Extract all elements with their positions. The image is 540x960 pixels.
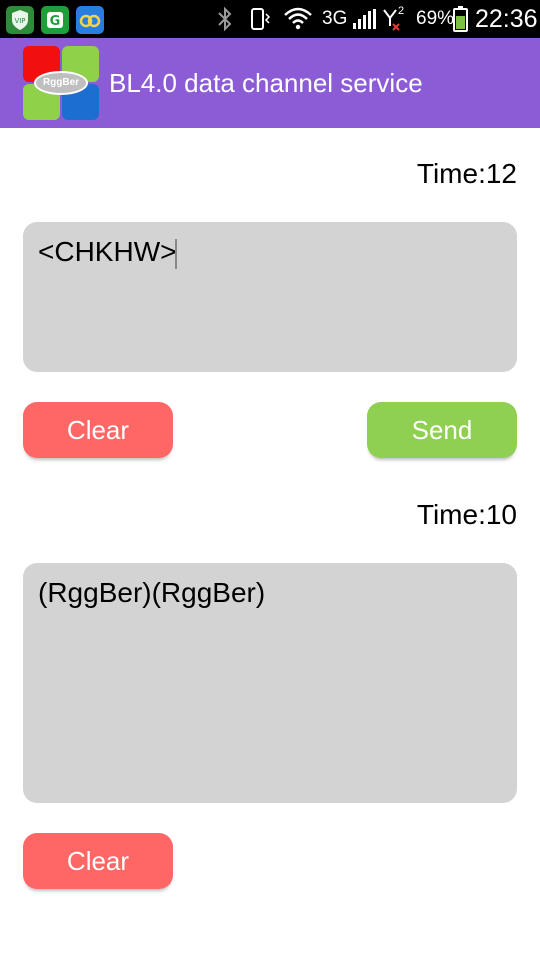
action-bar: RggBer BL4.0 data channel service xyxy=(0,38,540,128)
receive-output-text: (RggBer)(RggBer) xyxy=(38,577,266,608)
signal-strength-icon xyxy=(350,0,378,38)
clock-label: 22:36 xyxy=(475,5,538,33)
infinity-app-icon xyxy=(76,6,104,34)
sim-number-label: 2 xyxy=(398,5,405,17)
receive-output[interactable]: (RggBer)(RggBer) xyxy=(23,563,517,803)
app-title: BL4.0 data channel service xyxy=(109,68,423,98)
app-logo: RggBer xyxy=(23,46,99,120)
battery-percent-label: 69% xyxy=(416,8,455,29)
send-button[interactable]: Send xyxy=(367,402,517,458)
send-clear-button[interactable]: Clear xyxy=(23,402,173,458)
vibrate-icon xyxy=(246,0,272,38)
svg-text:VIP: VIP xyxy=(14,17,25,25)
c-app-icon: G xyxy=(41,6,69,34)
receive-time-label: Time:10 xyxy=(416,499,517,530)
bluetooth-icon xyxy=(214,0,236,38)
svg-text:G: G xyxy=(50,14,61,29)
battery-icon xyxy=(452,0,470,38)
vip-shield-icon: VIP xyxy=(6,6,34,34)
logo-text: RggBer xyxy=(34,71,88,95)
send-input[interactable]: <CHKHW> xyxy=(23,222,517,372)
receive-clear-button[interactable]: Clear xyxy=(23,833,173,889)
text-cursor xyxy=(175,238,178,269)
wifi-icon xyxy=(282,0,314,38)
network-type-label: 3G xyxy=(322,8,348,29)
send-time-label: Time:12 xyxy=(416,158,517,189)
status-bar: VIP G 3G 2 69% 22:36 xyxy=(0,0,540,38)
send-input-text: <CHKHW> xyxy=(38,236,177,267)
